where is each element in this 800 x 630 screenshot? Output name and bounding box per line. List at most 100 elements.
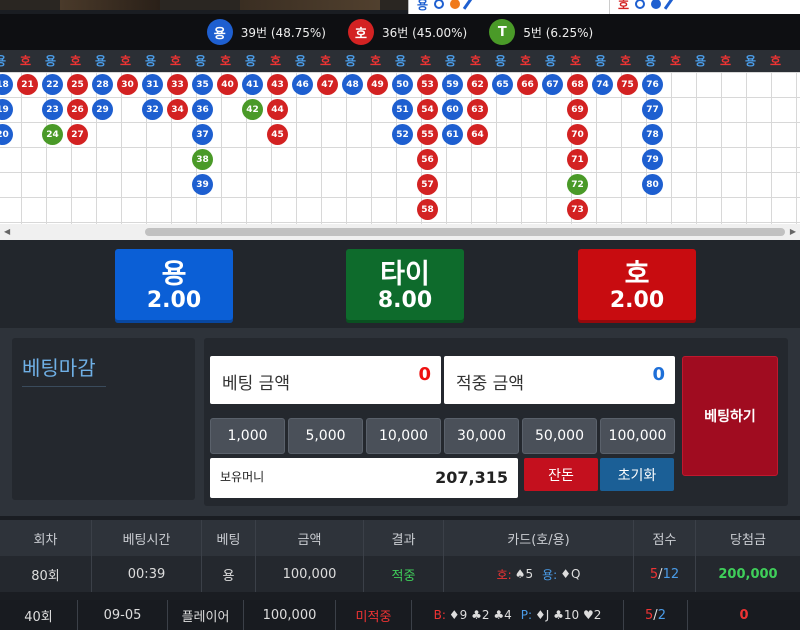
bead-tiger: 33 — [167, 74, 188, 95]
chip-50000-button[interactable]: 50,000 — [522, 418, 597, 454]
bead-dragon: 65 — [492, 74, 513, 95]
reset-button[interactable]: 초기화 — [600, 458, 674, 491]
score-b: 2 — [657, 607, 666, 623]
road-header-tiger: 호 — [69, 54, 82, 68]
mini-road-dragon: 용 — [417, 0, 473, 14]
road-header-dragon: 용 — [744, 54, 757, 68]
cards-a-label: B: — [433, 608, 446, 622]
bead-tiger: 56 — [417, 149, 438, 170]
road-header-tiger: 호 — [369, 54, 382, 68]
video-frame-left — [60, 0, 160, 10]
bead-dragon: 80 — [642, 174, 663, 195]
scrollbar-thumb[interactable] — [145, 228, 785, 236]
bead-tiger: 34 — [167, 99, 188, 120]
bead-dragon: 50 — [392, 74, 413, 95]
scroll-left-icon[interactable]: ◀ — [4, 227, 10, 236]
road-header-tiger: 호 — [19, 54, 32, 68]
road-header-tiger: 호 — [119, 54, 132, 68]
road-header-dragon: 용 — [394, 54, 407, 68]
header-result: 결과 — [364, 520, 444, 556]
cards-a: ♠5 — [514, 567, 534, 581]
bead-tiger: 49 — [367, 74, 388, 95]
bead-dragon: 39 — [192, 174, 213, 195]
bet-dragon-button[interactable]: 용 2.00 — [115, 249, 233, 323]
cell-score: 5/12 — [634, 556, 696, 592]
score-b: 12 — [662, 566, 680, 582]
bead-dragon: 76 — [642, 74, 663, 95]
cell-bet: 플레이어 — [168, 600, 244, 630]
road-header-dragon: 용 — [94, 54, 107, 68]
road-header-dragon: 용 — [344, 54, 357, 68]
bet-tiger-button[interactable]: 호 2.00 — [578, 249, 696, 323]
cards-b-label: 용: — [542, 567, 558, 582]
win-amount-label: 적중 금액 — [456, 374, 524, 394]
horizontal-scrollbar[interactable]: ◀ ▶ — [0, 224, 800, 240]
bead-tiger: 57 — [417, 174, 438, 195]
bead-dragon: 22 — [42, 74, 63, 95]
place-bet-button[interactable]: 베팅하기 — [682, 356, 778, 476]
mini-road-tiger: 호 — [609, 0, 674, 14]
betting-panel: 베팅마감 베팅 금액 0 적중 금액 0 1,000 5,000 10,000 … — [0, 328, 800, 516]
road-header-dragon: 용 — [244, 54, 257, 68]
slash-icon — [462, 0, 473, 10]
road-header-tiger: 호 — [619, 54, 632, 68]
bead-dragon: 41 — [242, 74, 263, 95]
chip-10000-button[interactable]: 10,000 — [366, 418, 441, 454]
dot-icon — [450, 0, 461, 9]
balance-value: 207,315 — [435, 468, 508, 487]
cell-amount: 100,000 — [244, 600, 336, 630]
header-bet-time: 베팅시간 — [92, 520, 202, 556]
stat-tiger: 호 36번 (45.00%) — [348, 19, 467, 45]
betting-status: 베팅마감 — [22, 352, 106, 387]
bet-history-table: 회차 베팅시간 베팅 금액 결과 카드(호/용) 점수 당첨금 80회 00:3… — [0, 516, 800, 630]
header-bet: 베팅 — [202, 520, 256, 556]
bead-tiger: 30 — [117, 74, 138, 95]
header-round: 회차 — [0, 520, 92, 556]
bead-dragon: 79 — [642, 149, 663, 170]
bead-dragon: 78 — [642, 124, 663, 145]
road-header-dragon: 용 — [494, 54, 507, 68]
bead-tiger: 27 — [67, 124, 88, 145]
video-frame-right — [240, 0, 380, 10]
table-row: 80회 00:39 용 100,000 적중 호: ♠5 용: ♦Q 5/12 … — [0, 556, 800, 592]
bead-tiger: 21 — [17, 74, 38, 95]
bead-dragon: 59 — [442, 74, 463, 95]
dot-icon — [651, 0, 662, 9]
cell-cards: 호: ♠5 용: ♦Q — [444, 556, 634, 592]
bead-dragon: 37 — [192, 124, 213, 145]
bead-tiger: 26 — [67, 99, 88, 120]
chip-100000-button[interactable]: 100,000 — [600, 418, 675, 454]
road-header-tiger: 호 — [219, 54, 232, 68]
bead-tiger: 71 — [567, 149, 588, 170]
bead-tiger: 58 — [417, 199, 438, 220]
win-amount-value: 0 — [652, 364, 665, 385]
chip-1000-button[interactable]: 1,000 — [210, 418, 285, 454]
bead-tiger: 55 — [417, 124, 438, 145]
bead-tiger: 43 — [267, 74, 288, 95]
bead-dragon: 77 — [642, 99, 663, 120]
stat-dragon-text: 39번 (48.75%) — [240, 25, 326, 40]
balance-label: 보유머니 — [220, 470, 265, 484]
bead-tiger: 47 — [317, 74, 338, 95]
bead-tiger: 62 — [467, 74, 488, 95]
bead-tiger: 70 — [567, 124, 588, 145]
bet-tie-button[interactable]: 타이 8.00 — [346, 249, 464, 323]
cell-bet-time: 00:39 — [92, 556, 202, 592]
scroll-right-icon[interactable]: ▶ — [790, 227, 796, 236]
chip-5000-button[interactable]: 5,000 — [288, 418, 363, 454]
road-header-tiger: 호 — [269, 54, 282, 68]
bead-tiger: 75 — [617, 74, 638, 95]
bead-tiger: 69 — [567, 99, 588, 120]
dragon-badge: 용 — [206, 19, 233, 45]
cards-b: ♦Q — [560, 567, 581, 581]
change-button[interactable]: 잔돈 — [524, 458, 598, 491]
stat-tiger-text: 36번 (45.00%) — [382, 25, 468, 40]
bead-dragon: 32 — [142, 99, 163, 120]
bead-tiger: 45 — [267, 124, 288, 145]
road-header-dragon: 용 — [544, 54, 557, 68]
cards-a-label: 호: — [496, 567, 512, 582]
chip-30000-button[interactable]: 30,000 — [444, 418, 519, 454]
bead-dragon: 29 — [92, 99, 113, 120]
cell-cards: B: ♦9 ♣2 ♣4 P: ♦J ♣10 ♥2 — [412, 600, 624, 630]
road-header-tiger: 호 — [719, 54, 732, 68]
